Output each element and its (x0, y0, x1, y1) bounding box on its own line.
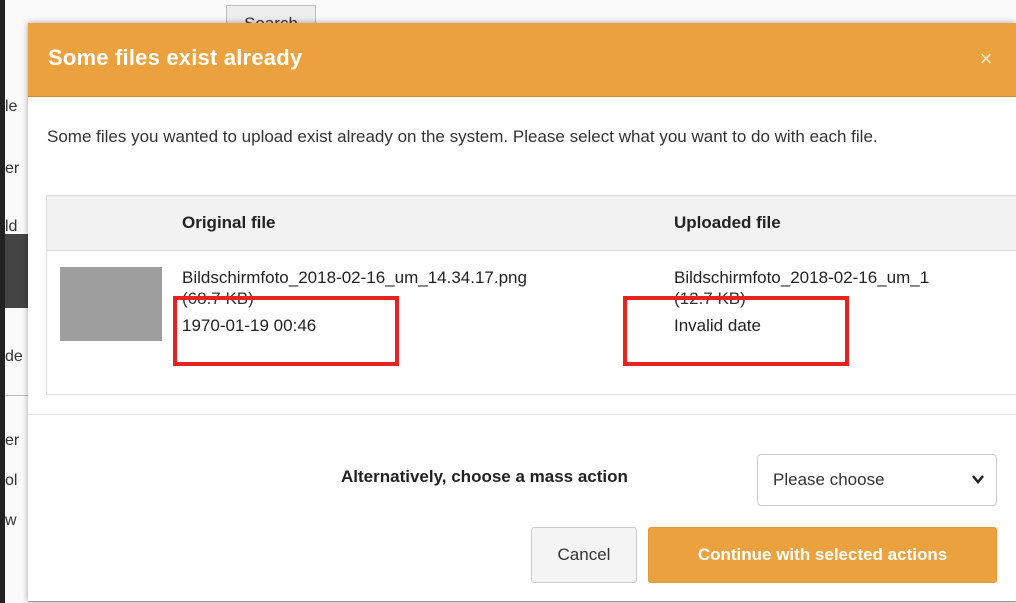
highlight-box-original-date (173, 296, 399, 366)
table-header: Original file Uploaded file (47, 196, 1016, 251)
modal-header: Some files exist already × (28, 23, 1016, 97)
column-header-original: Original file (182, 213, 276, 232)
original-file-name: Bildschirmfoto_2018-02-16_um_14.34.17.pn… (182, 268, 527, 287)
mass-action-label: Alternatively, choose a mass action (341, 467, 628, 486)
modal-title: Some files exist already (48, 45, 303, 70)
file-thumbnail (60, 267, 162, 341)
chevron-down-icon (972, 455, 984, 525)
continue-button[interactable]: Continue with selected actions (648, 527, 997, 583)
mass-action-select[interactable]: Please choose (757, 454, 997, 506)
modal-footer-divider (28, 414, 1016, 415)
highlight-box-uploaded-date (623, 296, 849, 366)
uploaded-file-name: Bildschirmfoto_2018-02-16_um_1 (674, 268, 930, 287)
modal-intro-text: Some files you wanted to upload exist al… (47, 127, 878, 146)
column-header-uploaded: Uploaded file (674, 213, 781, 232)
close-icon[interactable]: × (976, 47, 996, 71)
cancel-button[interactable]: Cancel (531, 527, 637, 583)
mass-action-selected-value: Please choose (773, 470, 885, 489)
